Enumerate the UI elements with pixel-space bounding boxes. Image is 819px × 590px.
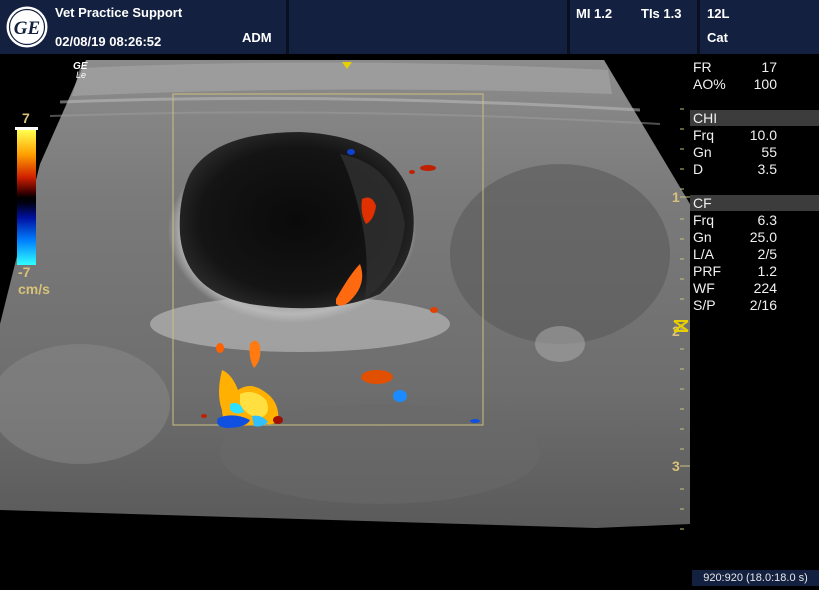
brand-sub: Le	[76, 70, 86, 80]
user-label: ADM	[242, 30, 272, 45]
param-value: 6.3	[757, 212, 777, 228]
param-value: 224	[753, 280, 777, 296]
app-title: Vet Practice Support	[55, 5, 183, 20]
param-row: PRF 1.2	[693, 263, 777, 280]
param-value: 100	[753, 76, 777, 92]
param-key: D	[693, 161, 704, 177]
section-header-cf[interactable]: CF	[690, 195, 819, 211]
param-row: L/A 2/5	[693, 246, 777, 263]
param-row: Gn 25.0	[693, 229, 777, 246]
color-scale-bar	[17, 130, 36, 265]
preset-label: Cat	[707, 30, 728, 45]
ge-logo-icon: GE	[6, 6, 48, 48]
color-scale-top: 7	[22, 110, 30, 126]
param-value: 2/16	[749, 297, 777, 313]
param-value: 25.0	[749, 229, 777, 245]
cine-frame-counter[interactable]: 920:920 (18.0:18.0 s)	[692, 570, 819, 586]
mechanical-index: MI 1.2	[576, 6, 613, 21]
color-scale-bottom: -7	[18, 264, 31, 280]
param-key: PRF	[693, 263, 721, 279]
exam-datetime: 02/08/19 08:26:52	[55, 34, 162, 49]
depth-mark-3: 3	[672, 458, 680, 474]
param-row: Frq 6.3	[693, 212, 777, 229]
param-value: 55	[761, 144, 777, 160]
header-cell-blank	[289, 0, 567, 54]
param-value: 17	[761, 59, 777, 75]
color-scale-unit: cm/s	[18, 281, 50, 297]
thermal-index: TIs 1.3	[641, 6, 682, 21]
param-key: AO%	[693, 76, 726, 92]
depth-mark-1: 1	[672, 189, 680, 205]
param-key: Gn	[693, 229, 712, 245]
ge-logo-text: GE	[14, 18, 40, 39]
param-value: 3.5	[757, 161, 777, 177]
param-key: Gn	[693, 144, 712, 160]
param-key: S/P	[693, 297, 716, 313]
param-row: WF 224	[693, 280, 777, 297]
probe-label: 12L	[707, 6, 730, 21]
param-key: Frq	[693, 127, 714, 143]
param-row: AO% 100	[693, 76, 777, 93]
section-header-chi[interactable]: CHI	[690, 110, 819, 126]
param-key: L/A	[693, 246, 715, 262]
header-bar: GE Vet Practice Support 02/08/19 08:26:5…	[0, 0, 819, 54]
ultrasound-image[interactable]: GE Le 1 2 3	[0, 54, 690, 590]
param-row: D 3.5	[693, 161, 777, 178]
param-value: 10.0	[749, 127, 777, 143]
param-key: FR	[693, 59, 712, 75]
param-row: Gn 55	[693, 144, 777, 161]
param-row: S/P 2/16	[693, 297, 777, 314]
param-key: WF	[693, 280, 715, 296]
param-value: 2/5	[757, 246, 777, 262]
param-row: FR 17	[693, 59, 777, 76]
param-value: 1.2	[757, 263, 777, 279]
param-key: Frq	[693, 212, 714, 228]
parameter-panel: FR 17 AO% 100 CHI Frq 10.0 Gn 55 D 3.5 C…	[690, 54, 819, 590]
param-row: Frq 10.0	[693, 127, 777, 144]
